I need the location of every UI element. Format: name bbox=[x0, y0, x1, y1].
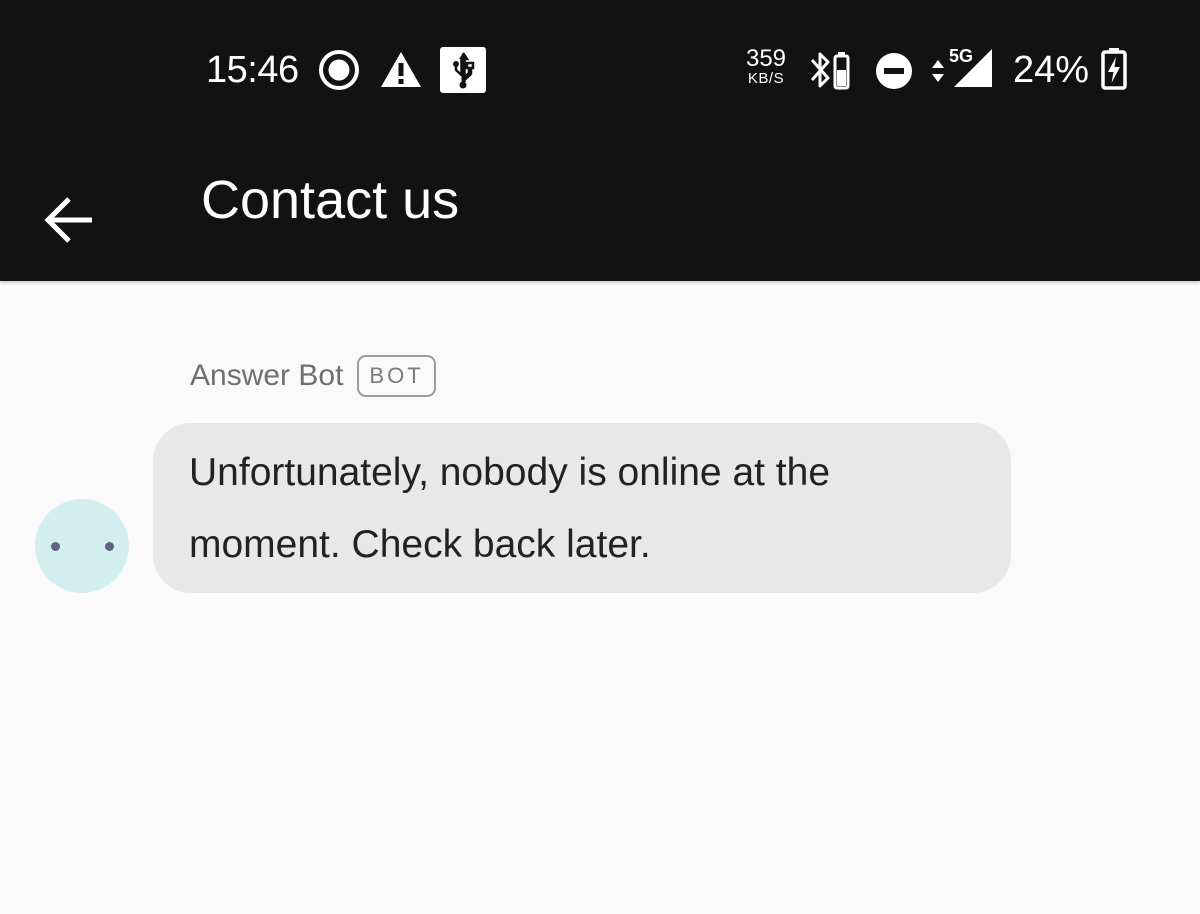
message-text: Unfortunately, nobody is online at the m… bbox=[189, 451, 831, 566]
avatar-left-eye bbox=[51, 542, 60, 551]
status-time: 15:46 bbox=[206, 49, 299, 91]
network-speed-unit: KB/S bbox=[747, 70, 785, 87]
battery-percent: 24% bbox=[1013, 49, 1090, 91]
arrow-back-icon bbox=[44, 196, 96, 248]
network-speed: 359 KB/S bbox=[742, 45, 790, 87]
do-not-disturb-icon bbox=[875, 52, 913, 90]
warning-icon bbox=[379, 50, 423, 90]
battery-charging-icon bbox=[1101, 48, 1127, 90]
bot-face-icon bbox=[35, 499, 129, 593]
message-bubble: Unfortunately, nobody is online at the m… bbox=[153, 423, 1011, 593]
data-arrows-icon bbox=[931, 58, 945, 84]
bluetooth-battery-icon bbox=[808, 50, 852, 90]
signal-5g-icon bbox=[952, 48, 994, 88]
status-bar: 15:46 359 KB/S 5G 24% bbox=[0, 0, 1200, 140]
usb-icon bbox=[440, 47, 486, 93]
avatar-right-eye bbox=[105, 542, 114, 551]
record-icon bbox=[318, 49, 360, 91]
bot-badge: BOT bbox=[357, 355, 436, 397]
network-speed-value: 359 bbox=[745, 45, 787, 72]
message-sender-row: Answer Bot BOT bbox=[190, 352, 436, 400]
app-bar: Contact us bbox=[0, 140, 1200, 281]
back-button[interactable] bbox=[26, 162, 116, 252]
sender-name: Answer Bot bbox=[190, 359, 344, 392]
page-title: Contact us bbox=[201, 170, 460, 230]
